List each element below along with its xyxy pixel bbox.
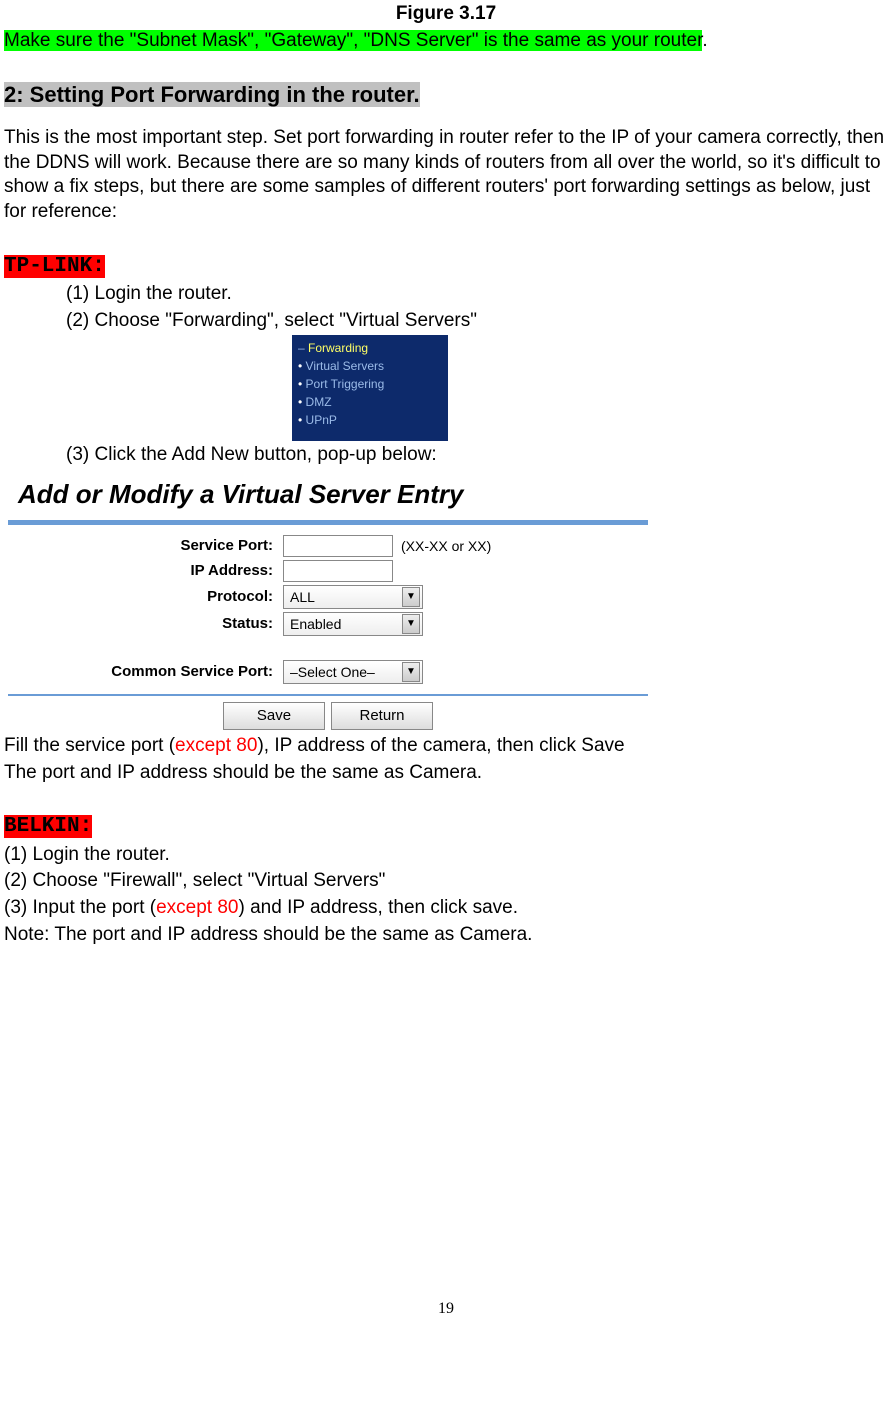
label-protocol: Protocol: (8, 587, 283, 607)
forwarding-nav-menu: – Forwarding Virtual Servers Port Trigge… (292, 335, 448, 441)
belkin-step-3: (3) Input the port (except 80) and IP ad… (4, 896, 888, 921)
highlight-intro-line: Make sure the "Subnet Mask", "Gateway", … (4, 29, 888, 54)
virtual-server-title: Add or Modify a Virtual Server Entry (18, 478, 648, 512)
section-title: 2: Setting Port Forwarding in the router… (4, 82, 420, 107)
hint-service-port: (XX-XX or XX) (393, 537, 491, 555)
page-number: 19 (4, 1299, 888, 1320)
belkin-label: BELKIN: (4, 815, 92, 838)
tplink-label: TP-LINK: (4, 255, 105, 278)
except-80-text: except 80 (156, 897, 238, 918)
label-ip-address: IP Address: (8, 561, 283, 581)
select-status[interactable]: Enabled ▼ (283, 612, 423, 636)
belkin-label-line: BELKIN: (4, 813, 888, 840)
intro-paragraph: This is the most important step. Set por… (4, 126, 888, 225)
select-common-value: –Select One– (290, 663, 375, 681)
tplink-step-3: (3) Click the Add New button, pop-up bel… (4, 443, 888, 468)
input-ip-address[interactable] (283, 560, 393, 582)
nav-item-forwarding[interactable]: – Forwarding (298, 339, 442, 357)
figure-caption: Figure 3.17 (4, 2, 888, 27)
input-service-port[interactable] (283, 535, 393, 557)
label-common-service-port: Common Service Port: (8, 662, 283, 682)
return-button[interactable]: Return (331, 702, 433, 730)
select-protocol-value: ALL (290, 588, 315, 606)
tplink-label-line: TP-LINK: (4, 253, 888, 280)
select-protocol[interactable]: ALL ▼ (283, 585, 423, 609)
select-status-value: Enabled (290, 615, 341, 633)
belkin-step-2: (2) Choose "Firewall", select "Virtual S… (4, 869, 888, 894)
chevron-down-icon: ▼ (402, 662, 420, 682)
label-service-port: Service Port: (8, 536, 283, 556)
divider (8, 520, 648, 525)
select-common-service-port[interactable]: –Select One– ▼ (283, 660, 423, 684)
nav-item-dmz[interactable]: DMZ (298, 393, 442, 411)
except-80-text: except 80 (175, 735, 257, 756)
save-button[interactable]: Save (223, 702, 325, 730)
port-ip-line: The port and IP address should be the sa… (4, 761, 888, 786)
label-status: Status: (8, 614, 283, 634)
nav-item-port-triggering[interactable]: Port Triggering (298, 375, 442, 393)
belkin-note: Note: The port and IP address should be … (4, 923, 888, 948)
nav-item-virtual-servers[interactable]: Virtual Servers (298, 357, 442, 375)
chevron-down-icon: ▼ (402, 614, 420, 634)
tplink-step-2: (2) Choose "Forwarding", select "Virtual… (4, 309, 888, 334)
fill-service-port-line: Fill the service port (except 80), IP ad… (4, 734, 888, 759)
chevron-down-icon: ▼ (402, 587, 420, 607)
virtual-server-form: Add or Modify a Virtual Server Entry Ser… (4, 470, 652, 732)
divider (8, 694, 648, 696)
tplink-step-1: (1) Login the router. (4, 282, 888, 307)
highlight-intro: Make sure the "Subnet Mask", "Gateway", … (4, 30, 702, 51)
belkin-step-1: (1) Login the router. (4, 843, 888, 868)
section-title-line: 2: Setting Port Forwarding in the router… (4, 81, 888, 110)
nav-item-upnp[interactable]: UPnP (298, 411, 442, 429)
